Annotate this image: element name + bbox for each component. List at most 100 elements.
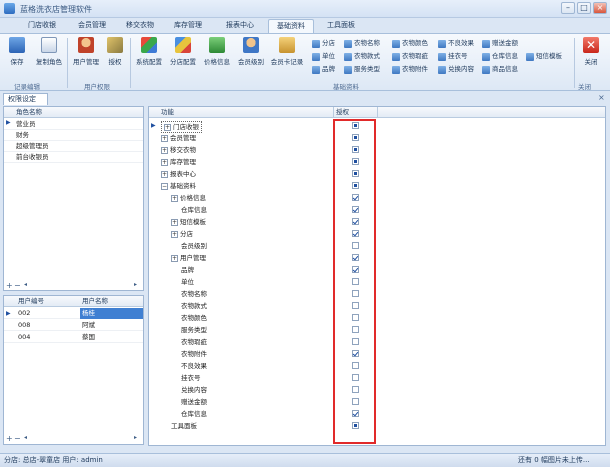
expand-icon[interactable]: + bbox=[161, 170, 168, 178]
group-user-permission: 用户权限 bbox=[84, 83, 110, 91]
expand-icon[interactable]: + bbox=[161, 158, 168, 166]
prev-icon[interactable]: ◂ bbox=[24, 281, 27, 288]
ribbon-item-cloth-defect[interactable]: 衣物瑕疵 bbox=[392, 51, 428, 62]
prev-icon[interactable]: ◂ bbox=[24, 434, 27, 441]
tab-inventory[interactable]: 库存管理 bbox=[166, 19, 210, 33]
ribbon-item-exchange[interactable]: 兑换内容 bbox=[438, 64, 474, 75]
tree-row[interactable]: 仓库信息 bbox=[149, 408, 605, 420]
user-row[interactable]: ▶ 002 杨桂 bbox=[4, 308, 143, 319]
ribbon-item-cloth-style[interactable]: 衣物款式 bbox=[344, 51, 380, 62]
tab-store-cashier[interactable]: 门店收银 bbox=[18, 19, 66, 33]
tree-row[interactable]: 挂衣号 bbox=[149, 372, 605, 384]
tree-row[interactable]: 衣物款式 bbox=[149, 300, 605, 312]
member-card-record-button[interactable]: 会员卡记录 bbox=[268, 37, 306, 66]
tab-report-center[interactable]: 报表中心 bbox=[214, 19, 266, 33]
role-row[interactable]: 前台收银员 bbox=[4, 152, 143, 163]
next-icon[interactable]: ▸ bbox=[134, 281, 137, 288]
ribbon-item-product[interactable]: 商品信息 bbox=[482, 64, 518, 75]
tab-transfer-clothes[interactable]: 移交衣物 bbox=[118, 19, 162, 33]
tree-row[interactable]: 衣物瑕疵 bbox=[149, 336, 605, 348]
ribbon-item-service-type[interactable]: 服务类型 bbox=[344, 64, 380, 75]
user-row[interactable]: 004 蔡国 bbox=[4, 332, 143, 343]
tab-permission-settings[interactable]: 权限设定 bbox=[3, 93, 48, 105]
add-user-icon[interactable]: + bbox=[6, 434, 13, 443]
tree-row[interactable]: + 会员管理 bbox=[149, 132, 605, 144]
next-icon[interactable]: ▸ bbox=[134, 434, 137, 441]
role-row[interactable]: 超级管理员 bbox=[4, 141, 143, 152]
expand-icon[interactable]: + bbox=[171, 218, 178, 226]
tab-basic-data[interactable]: 基础资料 bbox=[268, 19, 314, 33]
price-tag-icon bbox=[209, 37, 225, 53]
tree-row[interactable]: 赠送金额 bbox=[149, 396, 605, 408]
role-row[interactable]: 财务 bbox=[4, 130, 143, 141]
tab-tools[interactable]: 工具面板 bbox=[318, 19, 364, 33]
ribbon-item-unit[interactable]: 单位 bbox=[312, 51, 335, 62]
expand-icon[interactable]: + bbox=[161, 134, 168, 142]
close-button[interactable]: ✕ 关闭 bbox=[578, 37, 604, 66]
tree-row[interactable]: 衣物颜色 bbox=[149, 312, 605, 324]
expand-icon[interactable]: + bbox=[171, 254, 178, 262]
expand-icon[interactable]: + bbox=[164, 123, 171, 131]
remove-user-icon[interactable]: − bbox=[14, 434, 21, 443]
remove-role-icon[interactable]: − bbox=[14, 281, 21, 290]
tree-row[interactable]: − 基础资料 bbox=[149, 180, 605, 192]
user-row[interactable]: 008 阿斌 bbox=[4, 320, 143, 331]
tree-row[interactable]: ▶ + 门店收银 bbox=[149, 120, 605, 133]
price-info-button[interactable]: 价格信息 bbox=[200, 37, 234, 66]
tree-row[interactable]: 衣物附件 bbox=[149, 348, 605, 360]
system-config-button[interactable]: 系统配置 bbox=[132, 37, 166, 66]
ribbon-item-cloth-attachment[interactable]: 衣物附件 bbox=[392, 64, 428, 75]
role-row[interactable]: 营业员 bbox=[4, 119, 143, 130]
authorize-button[interactable]: 授权 bbox=[102, 37, 128, 66]
ribbon-item-branch[interactable]: 分店 bbox=[312, 38, 335, 49]
col-user-id: 用户编号 bbox=[18, 297, 44, 305]
tree-row[interactable]: + 库存管理 bbox=[149, 156, 605, 168]
tree-row[interactable]: + 分店 bbox=[149, 228, 605, 240]
ribbon-item-warehouse[interactable]: 仓库信息 bbox=[482, 51, 518, 62]
col-authorize: 授权 bbox=[336, 108, 349, 116]
collapse-icon[interactable]: − bbox=[161, 182, 168, 190]
expand-icon[interactable]: + bbox=[171, 230, 178, 238]
list-icon bbox=[344, 66, 352, 74]
tree-row[interactable]: + 短信模板 bbox=[149, 216, 605, 228]
tree-label: 挂衣号 bbox=[181, 374, 201, 382]
tree-row[interactable]: 单位 bbox=[149, 276, 605, 288]
group-close: 关闭 bbox=[578, 83, 591, 91]
save-button[interactable]: 保存 bbox=[3, 37, 31, 66]
tree-row[interactable]: + 价格信息 bbox=[149, 192, 605, 204]
close-window-button[interactable]: × bbox=[593, 2, 607, 14]
ribbon-item-brand[interactable]: 品牌 bbox=[312, 64, 335, 75]
ribbon-item-bad-effect[interactable]: 不良效果 bbox=[438, 38, 474, 49]
ribbon-item-cloth-name[interactable]: 衣物名称 bbox=[344, 38, 380, 49]
add-role-icon[interactable]: + bbox=[6, 281, 13, 290]
user-mgmt-button[interactable]: 用户管理 bbox=[70, 37, 102, 66]
copy-role-button[interactable]: 复制角色 bbox=[32, 37, 66, 66]
minimize-button[interactable]: – bbox=[561, 2, 575, 14]
ribbon-item-cloth-color[interactable]: 衣物颜色 bbox=[392, 38, 428, 49]
expand-icon[interactable]: + bbox=[171, 194, 178, 202]
tree-row[interactable]: + 移交衣物 bbox=[149, 144, 605, 156]
tree-row[interactable]: 衣物名称 bbox=[149, 288, 605, 300]
ribbon: 保存 复制角色 记录编辑 用户管理 授权 用户权限 系统配置 分店配置 价格信息… bbox=[0, 33, 610, 91]
ribbon-item-gift-amount[interactable]: 赠送金额 bbox=[482, 38, 518, 49]
maximize-button[interactable]: □ bbox=[577, 2, 591, 14]
list-icon bbox=[438, 66, 446, 74]
card-icon bbox=[279, 37, 295, 53]
tree-row[interactable]: + 用户管理 bbox=[149, 252, 605, 264]
tree-label: 报表中心 bbox=[170, 170, 196, 178]
expand-icon[interactable]: + bbox=[161, 146, 168, 154]
tree-row[interactable]: 工具面板 bbox=[149, 420, 605, 432]
tree-row[interactable]: + 报表中心 bbox=[149, 168, 605, 180]
tree-row[interactable]: 仓库信息 bbox=[149, 204, 605, 216]
tree-row[interactable]: 会员级别 bbox=[149, 240, 605, 252]
tree-row[interactable]: 兑换内容 bbox=[149, 384, 605, 396]
branch-config-button[interactable]: 分店配置 bbox=[166, 37, 200, 66]
tree-row[interactable]: 品牌 bbox=[149, 264, 605, 276]
ribbon-item-hanger-no[interactable]: 挂衣号 bbox=[438, 51, 468, 62]
tree-row[interactable]: 不良效果 bbox=[149, 360, 605, 372]
tab-member-mgmt[interactable]: 会员管理 bbox=[70, 19, 114, 33]
close-panel-icon[interactable]: × bbox=[598, 93, 605, 102]
ribbon-item-sms-template[interactable]: 短信模板 bbox=[526, 51, 562, 62]
tree-row[interactable]: 服务类型 bbox=[149, 324, 605, 336]
member-level-button[interactable]: 会员级别 bbox=[234, 37, 268, 66]
